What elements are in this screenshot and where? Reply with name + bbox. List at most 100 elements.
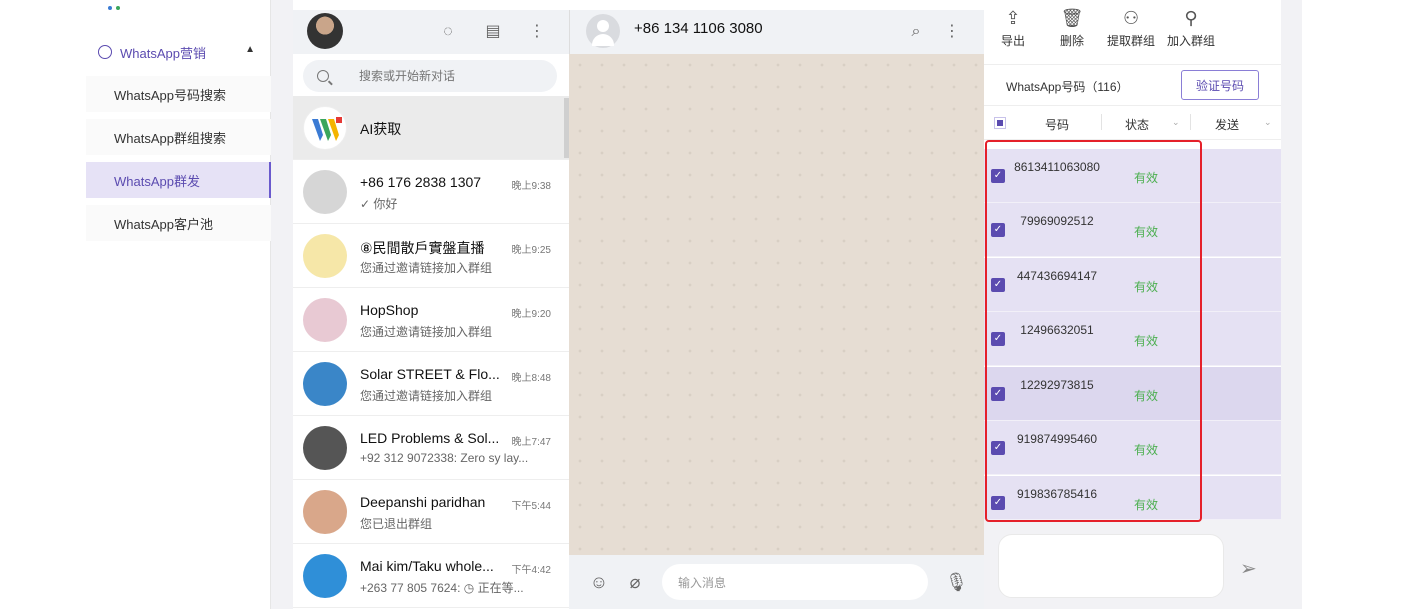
avatar bbox=[303, 362, 347, 406]
avatar bbox=[303, 490, 347, 534]
chat-name: LED Problems & Sol... bbox=[360, 430, 500, 446]
highlight-box bbox=[985, 140, 1202, 522]
verify-numbers-button[interactable]: 验证号码 bbox=[1181, 70, 1259, 100]
chat-name: Deepanshi paridhan bbox=[360, 494, 486, 510]
nav-group-whatsapp-marketing[interactable]: WhatsApp营销 ▲ bbox=[86, 32, 271, 72]
chat-preview: 您已退出群组 bbox=[360, 517, 433, 531]
message-input[interactable]: 输入消息 bbox=[662, 564, 928, 600]
chat-preview: 您通过邀请链接加入群组 bbox=[360, 389, 493, 403]
export-button[interactable]: ⇪ 导出 bbox=[1001, 8, 1025, 49]
user-search-icon: ⚲ bbox=[1184, 8, 1198, 28]
extract-group-label: 提取群组 bbox=[1107, 34, 1156, 48]
menu-icon[interactable]: ⋮ bbox=[527, 22, 547, 42]
chevron-down-icon[interactable]: ⌄ bbox=[1172, 117, 1180, 128]
avatar bbox=[303, 426, 347, 470]
delete-label: 删除 bbox=[1060, 34, 1085, 48]
avatar bbox=[303, 298, 347, 342]
number-count: WhatsApp号码（116） bbox=[1006, 80, 1129, 94]
column-divider bbox=[1101, 114, 1102, 130]
chat-time: 下午5:44 bbox=[511, 501, 551, 512]
send-composer: ➢ bbox=[984, 520, 1281, 609]
status-icon[interactable]: ◌ bbox=[438, 22, 458, 42]
chat-header: +86 134 1106 3080 ⌕ ⋮ bbox=[569, 10, 984, 54]
export-label: 导出 bbox=[1001, 34, 1026, 48]
chat-name: ⑧民間散戶實盤直播 bbox=[360, 240, 485, 256]
chat-preview: +92 312 9072338: Zero sy lay... bbox=[360, 451, 529, 465]
chat-item[interactable]: Deepanshi paridhan 下午5:44 您已退出群组 bbox=[293, 480, 569, 544]
nav-item-customer-pool[interactable]: WhatsApp客户池 bbox=[86, 205, 271, 241]
chat-item[interactable]: ⑧民間散戶實盤直播 晚上9:25 您通过邀请链接加入群组 bbox=[293, 224, 569, 288]
join-group-button[interactable]: ⚲ 加入群组 bbox=[1167, 8, 1215, 49]
chat-name: Solar STREET & Flo... bbox=[360, 366, 500, 382]
chat-preview: 您通过邀请链接加入群组 bbox=[360, 261, 493, 275]
chat-item[interactable]: LED Problems & Sol... 晚上7:47 +92 312 907… bbox=[293, 416, 569, 480]
column-divider bbox=[1190, 114, 1191, 130]
trash-icon: 🗑 bbox=[1060, 8, 1084, 28]
search-icon[interactable]: ⌕ bbox=[906, 22, 926, 42]
user-icon: ⚇ bbox=[1122, 8, 1140, 28]
chat-pane: +86 134 1106 3080 ⌕ ⋮ ☺ ⌀ 输入消息 🎙 bbox=[569, 10, 984, 609]
chat-background bbox=[569, 54, 984, 555]
chat-name: +86 176 2838 1307 bbox=[360, 174, 482, 190]
toolbar: ⇪ 导出 🗑 删除 ⚇ 提取群组 ⚲ 加入群组 bbox=[984, 0, 1281, 64]
chat-list-panel: ◌ ▤ ⋮ AI获取 +86 176 2838 1307 晚上9:38 ✓ 你好… bbox=[293, 10, 569, 609]
nav-item-group-search[interactable]: WhatsApp群组搜索 bbox=[86, 119, 271, 155]
extract-group-button[interactable]: ⚇ 提取群组 bbox=[1107, 8, 1155, 49]
chevron-up-icon: ▲ bbox=[245, 44, 255, 55]
chat-preview: ✓ 你好 bbox=[360, 197, 398, 211]
table-header: 号码 状态 ⌄ 发送 ⌄ bbox=[984, 106, 1281, 140]
chat-name: HopShop bbox=[360, 302, 419, 318]
chat-name: Mai kim/Taku whole... bbox=[360, 558, 494, 574]
export-icon: ⇪ bbox=[1005, 8, 1021, 28]
ai-fetch-label: AI获取 bbox=[360, 121, 402, 137]
chat-time: 晚上9:25 bbox=[511, 245, 551, 256]
chat-time: 晚上7:47 bbox=[511, 437, 551, 448]
side-nav: WhatsApp营销 ▲ WhatsApp号码搜索 WhatsApp群组搜索 W… bbox=[86, 0, 272, 609]
whatsapp-icon bbox=[98, 45, 112, 59]
delete-button[interactable]: 🗑 删除 bbox=[1060, 8, 1084, 49]
avatar[interactable] bbox=[307, 13, 343, 49]
select-all-checkbox[interactable] bbox=[994, 117, 1006, 129]
search-bar bbox=[293, 54, 569, 96]
chevron-down-icon[interactable]: ⌄ bbox=[1264, 117, 1272, 128]
chat-preview: +263 77 805 7624: ◷ 正在等... bbox=[360, 581, 524, 595]
column-number[interactable]: 号码 bbox=[1045, 116, 1069, 133]
search-box bbox=[303, 60, 557, 92]
join-group-label: 加入群组 bbox=[1167, 34, 1216, 48]
message-textarea[interactable] bbox=[998, 534, 1224, 598]
chat-time: 晚上9:20 bbox=[511, 309, 551, 320]
avatar bbox=[303, 170, 347, 214]
search-icon bbox=[317, 70, 329, 82]
chat-item[interactable]: Mai kim/Taku whole... 下午4:42 +263 77 805… bbox=[293, 544, 569, 608]
column-status[interactable]: 状态 bbox=[1125, 116, 1149, 133]
chat-item[interactable]: Solar STREET & Flo... 晚上8:48 您通过邀请链接加入群组 bbox=[293, 352, 569, 416]
ai-fetch-item[interactable]: AI获取 bbox=[293, 96, 569, 160]
send-icon[interactable]: ➢ bbox=[1240, 556, 1257, 581]
search-input[interactable] bbox=[359, 69, 539, 83]
chat-footer: ☺ ⌀ 输入消息 🎙 bbox=[569, 555, 984, 609]
chat-title: +86 134 1106 3080 bbox=[634, 20, 763, 37]
chat-time: 晚上8:48 bbox=[511, 373, 551, 384]
divider bbox=[1281, 0, 1302, 609]
chat-time: 晚上9:38 bbox=[511, 181, 551, 192]
menu-icon[interactable]: ⋮ bbox=[942, 22, 962, 42]
avatar bbox=[303, 234, 347, 278]
chat-item[interactable]: HopShop 晚上9:20 您通过邀请链接加入群组 bbox=[293, 288, 569, 352]
ai-logo-icon bbox=[303, 106, 347, 150]
nav-item-number-search[interactable]: WhatsApp号码搜索 bbox=[86, 76, 271, 112]
new-chat-icon[interactable]: ▤ bbox=[483, 22, 503, 42]
chat-preview: 您通过邀请链接加入群组 bbox=[360, 325, 493, 339]
column-send[interactable]: 发送 bbox=[1215, 116, 1239, 133]
divider bbox=[271, 0, 293, 609]
attach-icon[interactable]: ⌀ bbox=[624, 571, 646, 593]
chat-list-header: ◌ ▤ ⋮ bbox=[293, 10, 569, 54]
avatar bbox=[303, 554, 347, 598]
chat-item[interactable]: +86 176 2838 1307 晚上9:38 ✓ 你好 bbox=[293, 160, 569, 224]
contact-avatar[interactable] bbox=[586, 14, 620, 48]
logo-icon bbox=[106, 2, 126, 12]
nav-item-mass-send[interactable]: WhatsApp群发 bbox=[86, 162, 272, 198]
count-bar: WhatsApp号码（116） 验证号码 bbox=[984, 64, 1281, 106]
nav-group-label: WhatsApp营销 bbox=[120, 45, 206, 61]
microphone-icon[interactable]: 🎙 bbox=[945, 571, 968, 593]
emoji-icon[interactable]: ☺ bbox=[588, 571, 610, 593]
